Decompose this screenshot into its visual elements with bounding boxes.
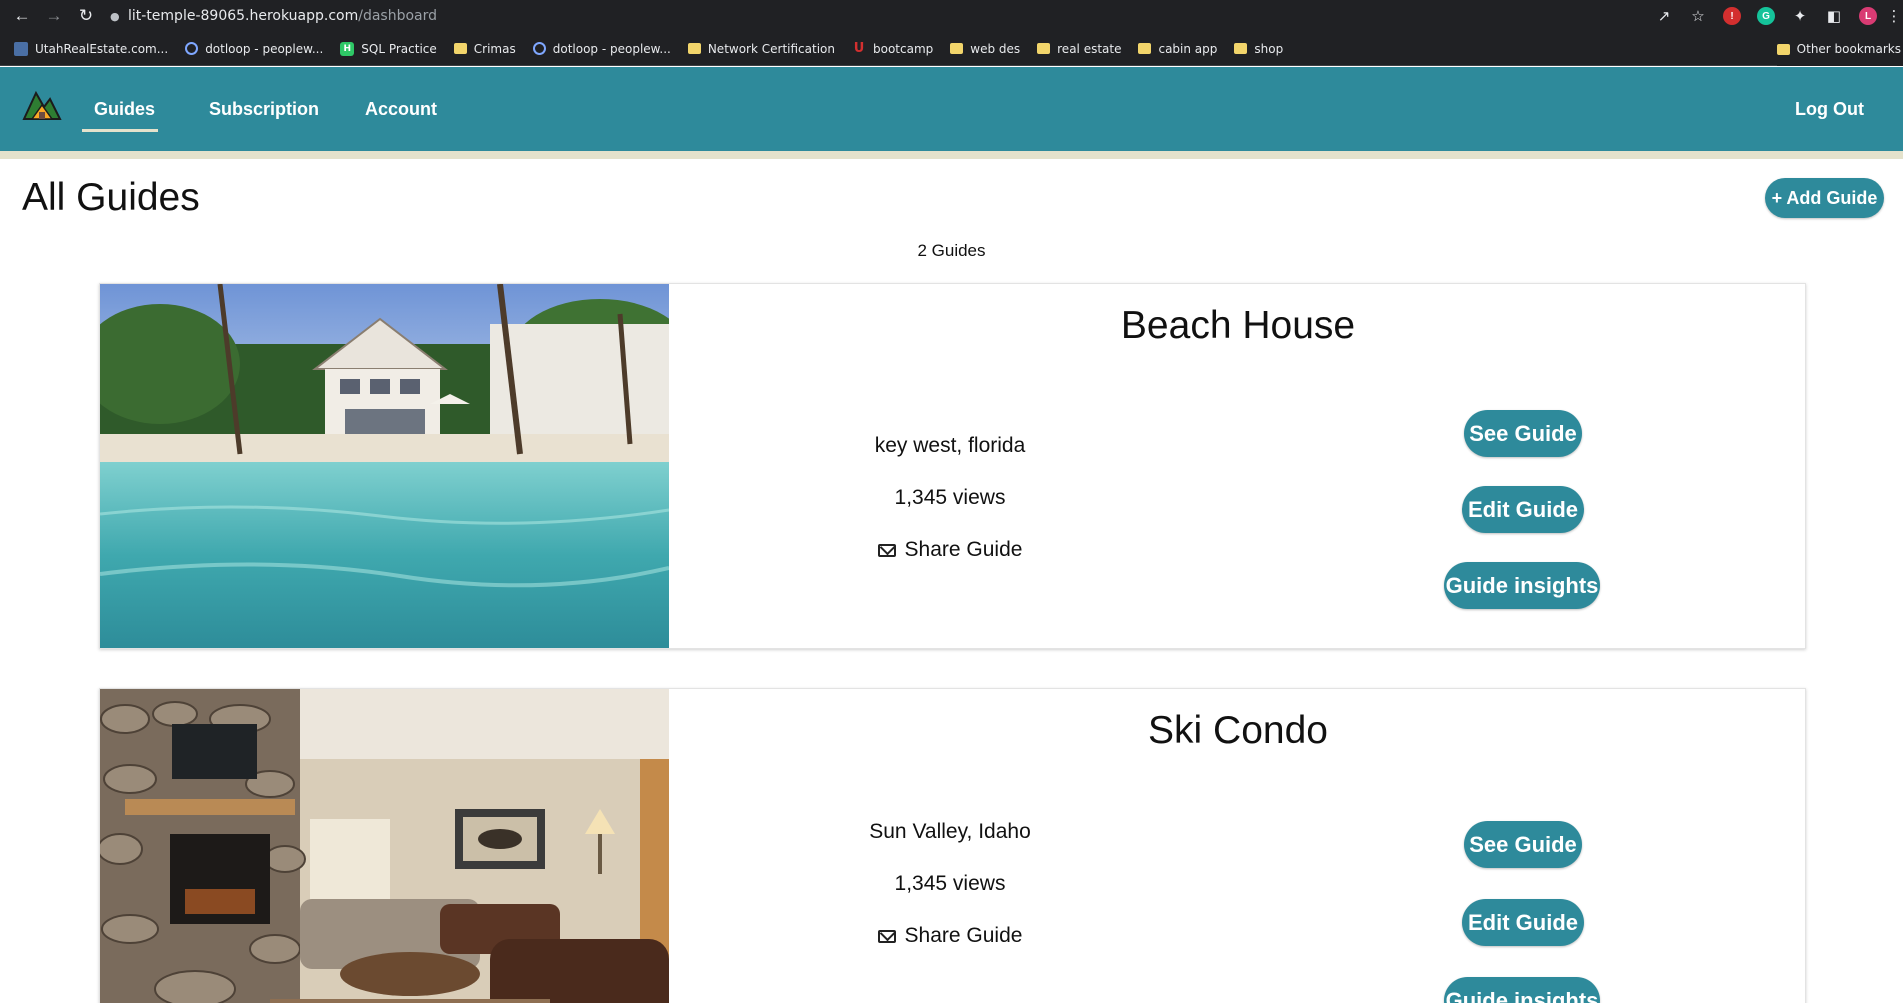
- hackerrank-icon: H: [340, 41, 355, 56]
- bookmark-label: bootcamp: [872, 41, 934, 56]
- folder-icon: [453, 43, 467, 54]
- bookmark-item[interactable]: Ubootcamp: [852, 41, 934, 56]
- bookmark-label: UtahRealEstate.com...: [35, 41, 169, 56]
- folder-icon: [1234, 43, 1248, 54]
- bookmark-folder[interactable]: Network Certification: [687, 41, 835, 56]
- share-guide-label: Share Guide: [904, 538, 1023, 561]
- forward-arrow-icon[interactable]: →: [40, 0, 68, 32]
- app-logo-icon[interactable]: [22, 85, 62, 121]
- page-title: All Guides: [22, 176, 200, 219]
- url-host: lit-temple-89065.herokuapp.com: [128, 8, 359, 24]
- app-navbar: Guides Subscription Account Log Out: [0, 67, 1903, 151]
- guide-location: key west, florida: [874, 434, 1026, 457]
- add-guide-button[interactable]: + Add Guide: [1765, 178, 1884, 218]
- url-path: /dashboard: [358, 8, 438, 24]
- see-guide-button[interactable]: See Guide: [1464, 821, 1582, 868]
- folder-icon: [950, 43, 964, 54]
- guide-photo-beach-house[interactable]: [100, 284, 669, 648]
- share-guide-link[interactable]: Share Guide: [819, 538, 1081, 562]
- guide-title: Beach House: [1120, 304, 1356, 347]
- profile-avatar[interactable]: L: [1851, 0, 1885, 32]
- logout-link[interactable]: Log Out: [1795, 67, 1864, 151]
- bookmark-label: SQL Practice: [361, 41, 437, 56]
- see-guide-button[interactable]: See Guide: [1464, 410, 1582, 457]
- edit-guide-button[interactable]: Edit Guide: [1462, 486, 1584, 533]
- dotloop-icon: [185, 42, 199, 55]
- guide-count: 2 Guides: [917, 241, 986, 260]
- guide-card: Beach House key west, florida 1,345 view…: [99, 283, 1806, 649]
- edit-guide-button[interactable]: Edit Guide: [1462, 899, 1584, 946]
- back-arrow-icon[interactable]: ←: [8, 0, 36, 32]
- guide-photo-ski-condo[interactable]: [100, 689, 669, 1003]
- bookmark-folder[interactable]: cabin app: [1138, 42, 1217, 56]
- profile-initial: L: [1859, 7, 1877, 25]
- navbar-accent-stripe: [0, 151, 1903, 159]
- bookmark-label: cabin app: [1158, 41, 1218, 56]
- lock-icon: ●: [110, 9, 120, 23]
- extension-red-icon[interactable]: !: [1715, 0, 1749, 32]
- nav-guides[interactable]: Guides: [94, 67, 155, 151]
- bookmark-label: Crimas: [473, 41, 516, 56]
- browser-menu-icon[interactable]: ⋮: [1885, 0, 1903, 32]
- browser-toolbar: ← → ↻ ● lit-temple-89065.herokuapp.com/d…: [0, 0, 1903, 32]
- grammarly-badge: G: [1757, 7, 1775, 25]
- bookmark-item[interactable]: dotloop - peoplew...: [532, 41, 671, 56]
- utah-u-icon: U: [853, 41, 865, 56]
- bookmark-label: dotloop - peoplew...: [552, 41, 671, 56]
- address-bar[interactable]: ● lit-temple-89065.herokuapp.com/dashboa…: [110, 4, 1650, 28]
- nav-account[interactable]: Account: [365, 67, 437, 151]
- side-panel-icon[interactable]: ◧: [1817, 0, 1851, 32]
- bookmark-label: web des: [970, 41, 1021, 56]
- bookmark-item[interactable]: UtahRealEstate.com...: [14, 41, 169, 56]
- folder-icon: [1138, 43, 1152, 54]
- browser-actions: ↗ ☆ ! G ✦ ◧ L ⋮: [1647, 0, 1903, 32]
- bookmark-folder[interactable]: real estate: [1037, 42, 1121, 56]
- nav-subscription[interactable]: Subscription: [209, 67, 319, 151]
- guide-location: Sun Valley, Idaho: [869, 820, 1031, 843]
- guide-insights-button[interactable]: Guide insights: [1444, 977, 1600, 1003]
- site-icon: [14, 41, 28, 56]
- envelope-icon: [877, 929, 896, 943]
- envelope-icon: [877, 543, 896, 557]
- bookmarks-bar: UtahRealEstate.com... dotloop - peoplew.…: [0, 32, 1903, 66]
- bookmark-item[interactable]: dotloop - peoplew...: [185, 42, 323, 56]
- share-page-icon[interactable]: ↗: [1647, 0, 1681, 32]
- guide-card: Ski Condo Sun Valley, Idaho 1,345 views …: [99, 688, 1806, 1003]
- bookmark-folder[interactable]: web des: [950, 42, 1020, 56]
- dotloop-icon: [532, 42, 546, 55]
- folder-icon: [687, 43, 701, 54]
- bookmark-folder[interactable]: Crimas: [453, 41, 516, 56]
- mountain-cabin-logo: [22, 90, 62, 120]
- share-guide-label: Share Guide: [904, 924, 1023, 947]
- guide-views: 1,345 views: [894, 486, 1006, 509]
- bookmark-label: real estate: [1057, 41, 1122, 56]
- grammarly-icon[interactable]: G: [1749, 0, 1783, 32]
- folder-icon: [1776, 43, 1790, 55]
- guide-title: Ski Condo: [1148, 709, 1328, 752]
- bookmark-folder[interactable]: shop: [1234, 42, 1283, 56]
- folder-icon: [1037, 43, 1051, 54]
- other-bookmarks-label: Other bookmarks: [1796, 42, 1901, 56]
- extensions-puzzle-icon[interactable]: ✦: [1783, 0, 1817, 32]
- guide-views: 1,345 views: [894, 872, 1006, 895]
- bookmark-item[interactable]: H SQL Practice: [340, 41, 437, 56]
- bookmark-label: Network Certification: [707, 41, 835, 56]
- bookmark-label: dotloop - peoplew...: [205, 41, 324, 56]
- share-guide-link[interactable]: Share Guide: [819, 924, 1081, 948]
- reload-icon[interactable]: ↻: [72, 0, 100, 32]
- guide-insights-button[interactable]: Guide insights: [1444, 562, 1600, 609]
- beach-house-photo: [100, 284, 669, 648]
- active-tab-indicator: [82, 129, 158, 132]
- ski-condo-photo: [100, 689, 669, 1003]
- bookmark-label: shop: [1254, 41, 1284, 56]
- extension-red-badge: !: [1723, 7, 1741, 25]
- other-bookmarks[interactable]: Other bookmarks: [1776, 32, 1903, 66]
- bookmark-star-icon[interactable]: ☆: [1681, 0, 1715, 32]
